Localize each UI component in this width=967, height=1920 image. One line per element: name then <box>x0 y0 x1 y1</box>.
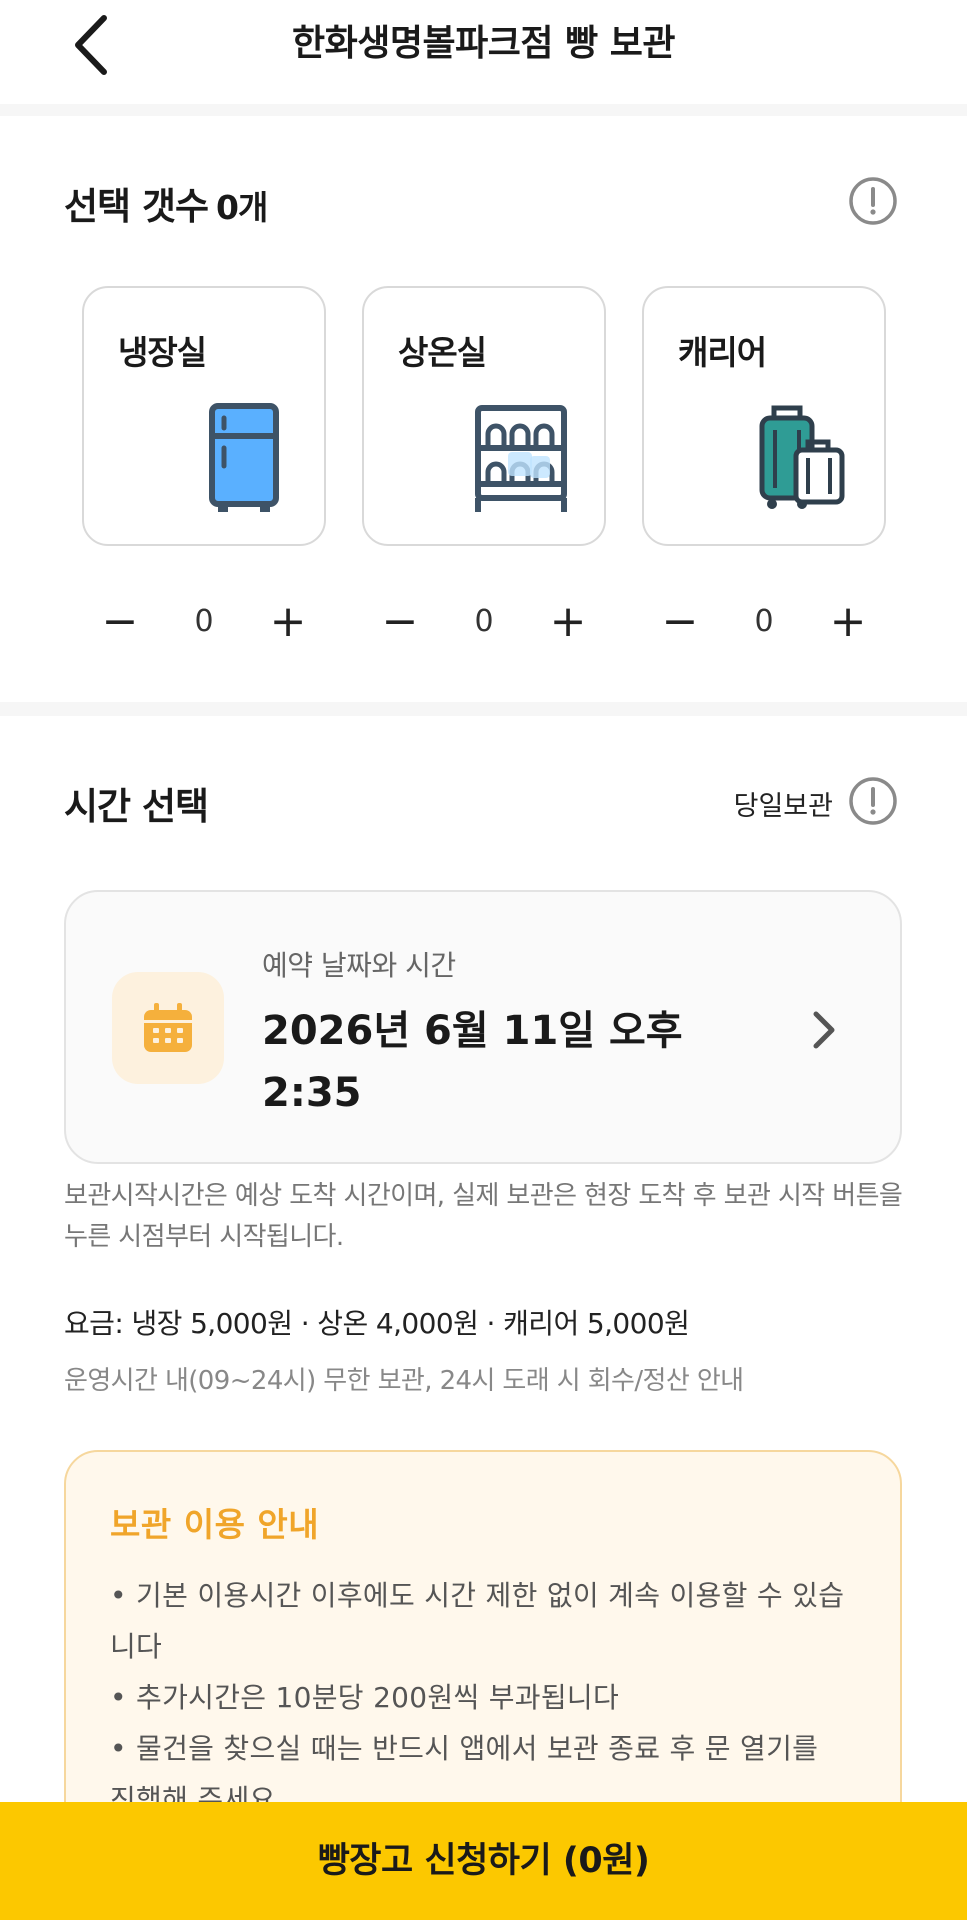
guide-item: • 기본 이용시간 이후에도 시간 제한 없이 계속 이용할 수 있습니다 <box>110 1579 845 1663</box>
guide-title: 보관 이용 안내 <box>110 1505 320 1544</box>
shelf-icon <box>475 405 567 512</box>
page-title: 한화생명볼파크점 빵 보관 <box>292 23 675 64</box>
card-label: 냉장실 <box>118 333 207 372</box>
divider <box>0 104 967 116</box>
card-label: 상온실 <box>398 333 487 372</box>
operating-hours-info: 운영시간 내(09~24시) 무한 보관, 24시 도래 시 회수/정산 안내 <box>64 1366 744 1396</box>
refrigerator-icon <box>209 403 279 512</box>
guide-list: • 기본 이용시간 이후에도 시간 제한 없이 계속 이용할 수 있습니다 • … <box>110 1570 850 1825</box>
selection-count: 0개 <box>216 188 268 227</box>
storage-start-note: 보관시작시간은 예상 도착 시간이며, 실제 보관은 현장 도착 후 보관 시작… <box>64 1181 903 1252</box>
selection-info-button[interactable] <box>848 176 898 226</box>
time-section-title: 시간 선택 <box>64 785 209 828</box>
luggage-icon <box>759 405 845 509</box>
app-header: 한화생명볼파크점 빵 보관 <box>0 0 967 104</box>
same-day-label: 당일보관 <box>733 791 833 822</box>
card-room-temp[interactable]: 상온실 <box>362 286 606 546</box>
stepper-carrier: − 0 + <box>642 592 886 652</box>
increment-button[interactable]: + <box>818 592 878 652</box>
stepper-refrigerator: − 0 + <box>82 592 326 652</box>
datetime-label: 예약 날짜와 시간 <box>262 949 456 982</box>
card-refrigerator[interactable]: 냉장실 <box>82 286 326 546</box>
increment-button[interactable]: + <box>258 592 318 652</box>
selection-title: 선택 갯수 <box>64 185 209 228</box>
time-info-button[interactable] <box>848 776 898 826</box>
apply-storage-button[interactable]: 빵장고 신청하기 (0원) <box>0 1802 967 1920</box>
increment-button[interactable]: + <box>538 592 598 652</box>
chevron-right-icon <box>813 1011 835 1049</box>
selection-section-title: 선택 갯수 0개 <box>64 176 268 230</box>
divider <box>0 702 967 716</box>
guide-item: • 추가시간은 10분당 200원씩 부과됩니다 <box>110 1681 620 1714</box>
datetime-value: 2026년 6월 11일 오후 2:35 <box>262 1008 683 1116</box>
card-carrier[interactable]: 캐리어 <box>642 286 886 546</box>
exclamation-circle-icon <box>849 777 897 825</box>
exclamation-circle-icon <box>849 177 897 225</box>
storage-type-cards: 냉장실 상온실 캐리어 <box>82 286 886 548</box>
calendar-badge <box>112 972 224 1084</box>
stepper-room-temp: − 0 + <box>362 592 606 652</box>
fee-info: 요금: 냉장 5,000원 · 상온 4,000원 · 캐리어 5,000원 <box>64 1307 690 1340</box>
card-label: 캐리어 <box>678 333 767 372</box>
screen: 한화생명볼파크점 빵 보관 선택 갯수 0개 냉장실 상온실 캐리어 − 0 +… <box>0 0 967 1920</box>
calendar-icon <box>144 1003 192 1052</box>
reservation-datetime-card[interactable]: 예약 날짜와 시간 2026년 6월 11일 오후 2:35 <box>64 890 902 1164</box>
